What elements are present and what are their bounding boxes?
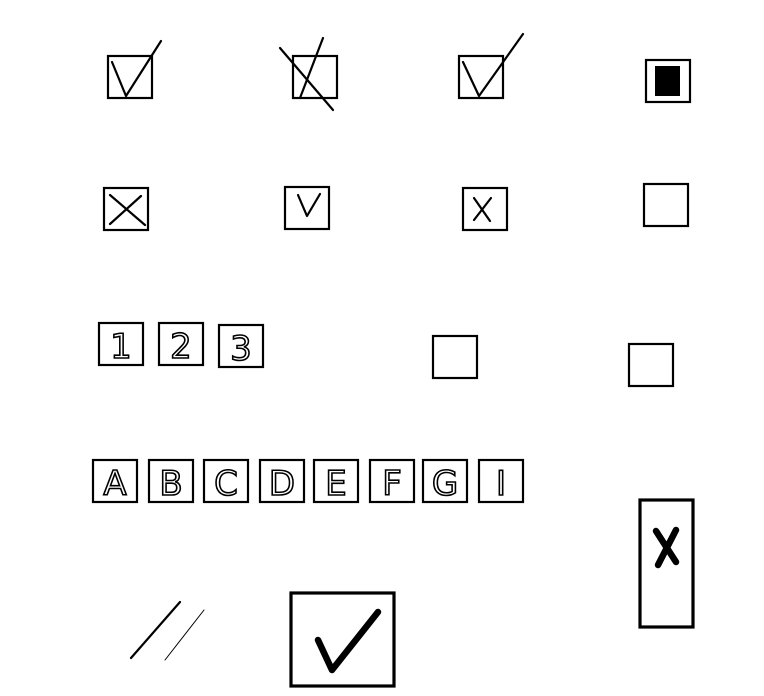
letter-box-b[interactable]: B bbox=[147, 458, 195, 505]
x-marked-box-2[interactable] bbox=[461, 186, 509, 232]
checked-box-overflow-1[interactable] bbox=[106, 39, 163, 100]
letter-box-b-label: B bbox=[159, 464, 182, 504]
letter-box-g[interactable]: G bbox=[421, 458, 469, 505]
number-box-2-label: 2 bbox=[170, 327, 192, 367]
empty-box-3[interactable] bbox=[627, 342, 675, 388]
number-box-3-label: 3 bbox=[230, 329, 252, 369]
large-checked-box[interactable] bbox=[289, 591, 396, 688]
letter-box-f[interactable]: F bbox=[368, 458, 416, 505]
letter-box-i-label: I bbox=[496, 464, 506, 504]
number-box-3[interactable]: 3 bbox=[217, 323, 265, 370]
checked-box-overflow-2[interactable] bbox=[457, 32, 525, 100]
loose-strokes bbox=[129, 600, 205, 661]
number-box-1-label: 1 bbox=[110, 327, 132, 367]
number-box-1[interactable]: 1 bbox=[97, 321, 145, 368]
letter-box-a-label: A bbox=[103, 464, 126, 504]
letter-box-c[interactable]: C bbox=[202, 458, 250, 505]
letter-box-e-label: E bbox=[325, 464, 346, 504]
drawing-canvas: 1 2 3 A B C D E F G I bbox=[91, 32, 695, 688]
empty-box-2[interactable] bbox=[431, 334, 479, 380]
checked-box-small[interactable] bbox=[283, 185, 331, 231]
empty-box-1[interactable] bbox=[642, 182, 690, 228]
letter-box-e[interactable]: E bbox=[312, 458, 360, 505]
x-marked-box-1[interactable] bbox=[102, 186, 150, 232]
letter-box-i[interactable]: I bbox=[477, 458, 525, 505]
letter-box-d-label: D bbox=[269, 464, 295, 504]
letter-box-d[interactable]: D bbox=[258, 458, 306, 505]
letter-box-a[interactable]: A bbox=[91, 458, 139, 505]
letter-box-g-label: G bbox=[432, 464, 458, 504]
letter-box-c-label: C bbox=[214, 464, 238, 504]
letter-box-f-label: F bbox=[382, 464, 402, 504]
number-box-2[interactable]: 2 bbox=[157, 321, 205, 368]
filled-box[interactable] bbox=[644, 58, 692, 104]
crossed-out-box[interactable] bbox=[278, 36, 339, 112]
tall-x-box[interactable] bbox=[638, 498, 695, 629]
